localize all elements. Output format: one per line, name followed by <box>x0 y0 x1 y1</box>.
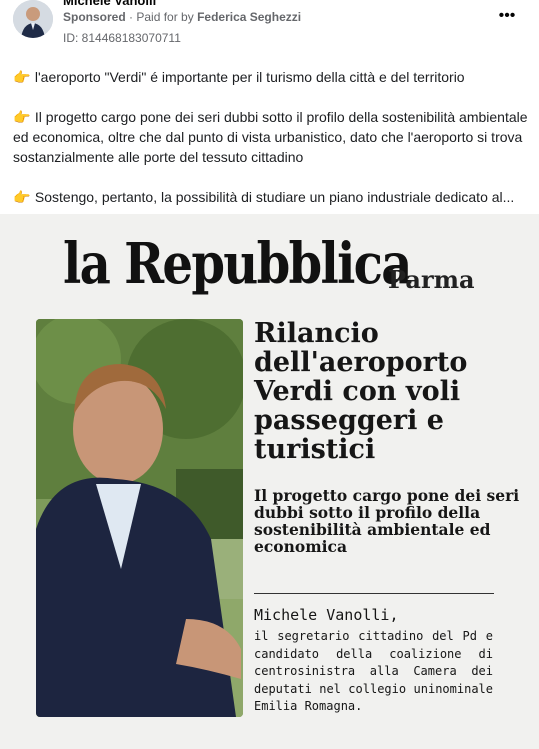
pointing-hand-icon: 👉 <box>13 109 31 125</box>
ad-id: ID: 814468183070711 <box>63 31 181 45</box>
byline-name: Michele Vanolli, <box>254 606 399 624</box>
divider <box>254 593 494 594</box>
post-paragraph: 👉 l'aeroporto "Verdi" é importante per i… <box>13 69 465 85</box>
paid-by-name[interactable]: Federica Seghezzi <box>197 10 301 24</box>
sponsored-label: Sponsored <box>63 10 126 24</box>
post-paragraph: 👉 Il progetto cargo pone dei seri dubbi … <box>13 109 528 165</box>
post-header: Michele Vanolli Sponsored · Paid for by … <box>0 0 539 60</box>
pointing-hand-icon: 👉 <box>13 69 31 85</box>
avatar[interactable] <box>13 0 53 38</box>
more-horizontal-icon[interactable]: ••• <box>496 8 518 24</box>
post-paragraph: 👉 Sostengo, pertanto, la possibilità di … <box>13 189 515 205</box>
author-name[interactable]: Michele Vanolli <box>63 0 156 8</box>
headline: Rilancio dell'aeroporto Verdi con voli p… <box>254 318 468 465</box>
ad-creative-image[interactable]: la Repubblica Parma Rilancio dell'aeropo… <box>0 214 539 749</box>
paid-for-by-prefix: · Paid for by <box>129 10 194 24</box>
post-text: 👉 l'aeroporto "Verdi" é importante per i… <box>13 67 528 227</box>
candidate-photo <box>36 319 243 717</box>
subheadline: Il progetto cargo pone dei seri dubbi so… <box>254 486 520 556</box>
newspaper-masthead: la Repubblica <box>63 231 412 297</box>
sponsored-meta: Sponsored · Paid for by Federica Seghezz… <box>63 10 301 24</box>
byline-bio: il segretario cittadino del Pd e candida… <box>254 629 493 713</box>
masthead-city: Parma <box>388 265 475 294</box>
pointing-hand-icon: 👉 <box>13 189 31 205</box>
